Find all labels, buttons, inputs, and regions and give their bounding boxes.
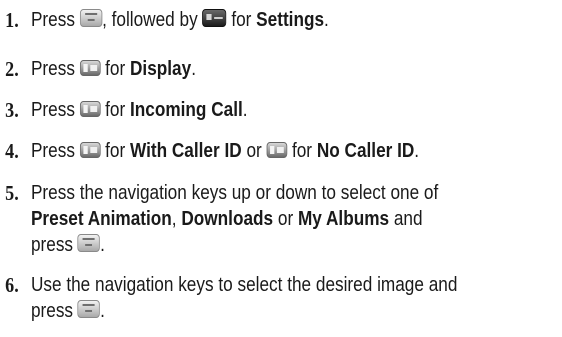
menu-ok-key-icon bbox=[77, 300, 101, 318]
step-number: 5. bbox=[5, 181, 19, 205]
one-key-icon bbox=[79, 60, 101, 76]
step-text: Press for Incoming Call. bbox=[31, 97, 248, 123]
step-word: press bbox=[30, 300, 74, 322]
step-word: for bbox=[105, 58, 126, 80]
step-word: for bbox=[105, 140, 126, 162]
with-caller-id-label: With Caller ID bbox=[129, 140, 242, 162]
step-number: 4. bbox=[5, 139, 19, 163]
step-text: Press the navigation keys up or down to … bbox=[31, 180, 438, 206]
step-text: Press , followed by for Settings. bbox=[31, 7, 329, 33]
step-text: Press for Display. bbox=[31, 56, 196, 82]
incoming-call-label: Incoming Call bbox=[129, 99, 243, 121]
step-punctuation: . bbox=[242, 99, 248, 121]
step-word: Press bbox=[30, 99, 75, 121]
step-text: Preset Animation, Downloads or My Albums… bbox=[31, 206, 423, 232]
step-word: or bbox=[246, 140, 262, 162]
menu-ok-key-icon bbox=[77, 234, 101, 252]
my-albums-label: My Albums bbox=[297, 208, 390, 230]
step-punctuation: . bbox=[324, 9, 329, 31]
step-punctuation: . bbox=[414, 140, 420, 162]
no-caller-id-label: No Caller ID bbox=[316, 140, 415, 162]
pound-key-icon bbox=[202, 9, 227, 27]
step-word: Press bbox=[30, 140, 75, 162]
step-text: Use the navigation keys to select the de… bbox=[31, 272, 457, 298]
step-word: Press bbox=[30, 58, 75, 80]
step-word: for bbox=[231, 9, 252, 31]
step-number: 3. bbox=[5, 98, 19, 122]
step-word: or bbox=[277, 208, 294, 230]
step-word: and bbox=[393, 208, 423, 230]
two-key-icon bbox=[266, 142, 288, 158]
step-punctuation: . bbox=[100, 300, 105, 322]
step-text: press . bbox=[31, 232, 105, 258]
step-punctuation: , bbox=[171, 208, 177, 230]
settings-label: Settings bbox=[256, 9, 325, 31]
step-number: 1. bbox=[5, 8, 19, 32]
step-line: Press the navigation keys up or down to … bbox=[30, 182, 439, 204]
display-label: Display bbox=[129, 58, 192, 80]
step-word: Press bbox=[30, 9, 75, 31]
preset-animation-label: Preset Animation bbox=[30, 208, 172, 230]
step-word: , followed by bbox=[102, 9, 198, 31]
step-punctuation: . bbox=[100, 234, 105, 256]
step-word: for bbox=[105, 99, 126, 121]
step-word: press bbox=[30, 234, 74, 256]
menu-ok-key-icon bbox=[79, 9, 103, 27]
downloads-label: Downloads bbox=[181, 208, 274, 230]
step-number: 2. bbox=[5, 57, 19, 81]
step-number: 6. bbox=[5, 273, 19, 297]
five-key-icon bbox=[79, 101, 101, 117]
step-line: Use the navigation keys to select the de… bbox=[30, 274, 458, 296]
step-punctuation: . bbox=[191, 58, 196, 80]
one-key-icon bbox=[79, 142, 101, 158]
step-word: for bbox=[291, 140, 313, 162]
step-text: press . bbox=[31, 298, 105, 324]
step-text: Press for With Caller ID or for No Calle… bbox=[31, 138, 419, 164]
